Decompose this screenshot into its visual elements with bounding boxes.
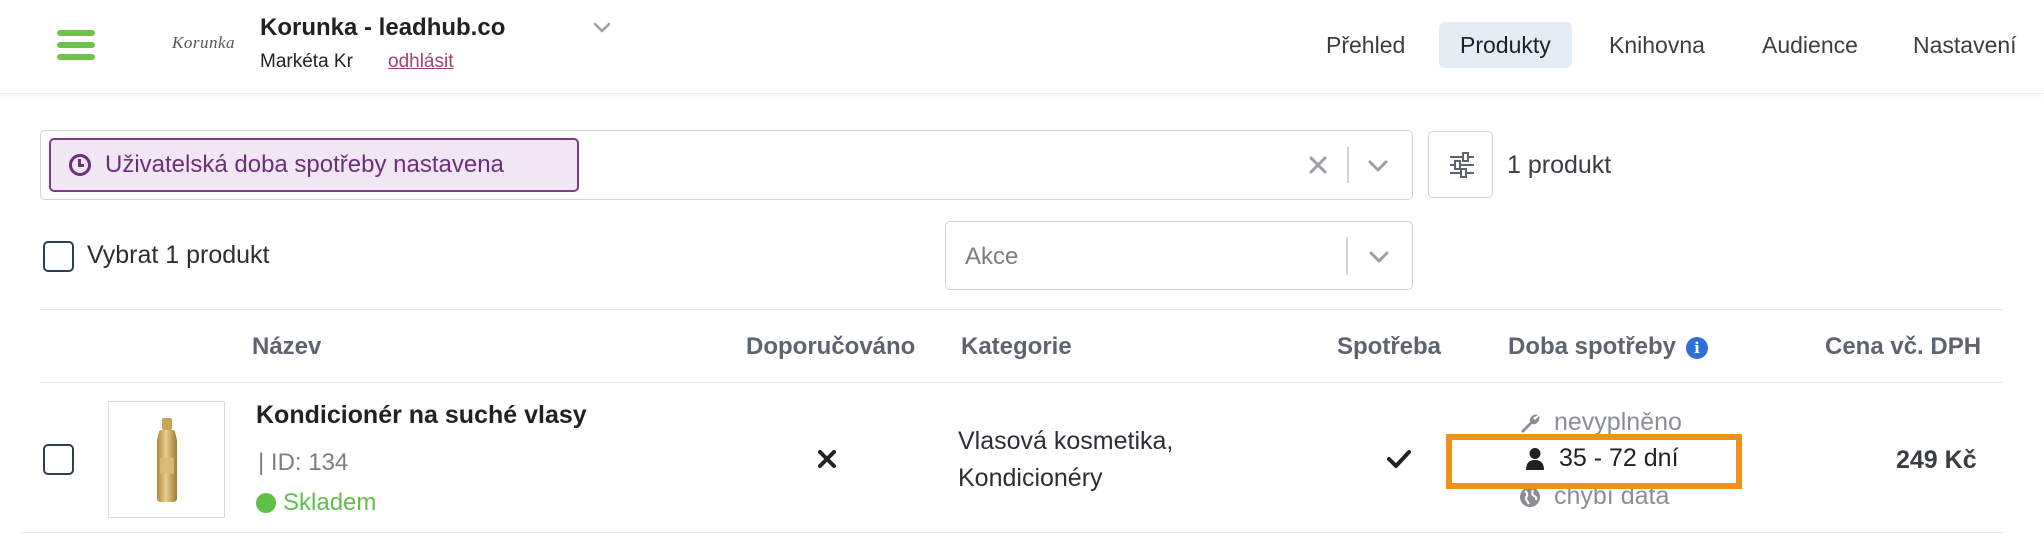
filter-chevron-down-icon[interactable]	[1363, 151, 1393, 181]
action-chevron-down-icon	[1369, 251, 1389, 263]
nav-item-audience[interactable]: Audience	[1741, 22, 1879, 68]
user-icon	[1526, 447, 1544, 470]
nav-item-produkty[interactable]: Produkty	[1439, 22, 1572, 68]
category-line-2: Kondicionéry	[958, 464, 1103, 492]
filter-tag-label: Uživatelská doba spotřeby nastavena	[105, 151, 504, 178]
duration-selected-highlight[interactable]: 35 - 72 dní	[1446, 434, 1742, 489]
nav-item-knihovna[interactable]: Knihovna	[1588, 22, 1726, 68]
table-top-divider	[40, 309, 2003, 310]
product-count: 1 produkt	[1507, 151, 1612, 179]
info-icon[interactable]: i	[1686, 337, 1709, 359]
nav-item-nastaveni[interactable]: Nastavení	[1892, 22, 2038, 68]
product-category: Vlasová kosmetika, Kondicionéry	[958, 423, 1173, 497]
column-header-name[interactable]: Název	[252, 333, 321, 361]
column-header-price[interactable]: Cena vč. DPH	[1825, 333, 1981, 361]
filter-tag[interactable]: Uživatelská doba spotřeby nastavena	[49, 138, 579, 192]
product-id: | ID: 134	[258, 449, 349, 476]
table-header-divider	[40, 382, 2003, 383]
duration-selected-label: 35 - 72 dní	[1559, 444, 1679, 472]
table-row-divider	[20, 532, 2003, 533]
duration-option-user: 35 - 72 dní	[1525, 444, 1679, 473]
column-header-consumption[interactable]: Spotřeba	[1337, 333, 1441, 361]
action-divider	[1346, 237, 1348, 275]
stock-status: Skladem	[256, 489, 376, 517]
wrench-icon	[1521, 414, 1540, 433]
logout-link[interactable]: odhlásit	[388, 51, 454, 73]
product-thumbnail[interactable]	[108, 401, 225, 518]
product-bottle-image	[157, 418, 177, 502]
clear-filter-icon[interactable]	[1303, 150, 1333, 180]
column-header-recommended[interactable]: Doporučováno	[746, 333, 915, 361]
filter-divider	[1347, 147, 1349, 183]
product-name-link[interactable]: Kondicionér na suché vlasy	[256, 401, 587, 430]
consumption-check-icon[interactable]	[1386, 449, 1412, 469]
row-select-checkbox[interactable]	[43, 444, 74, 475]
column-header-duration[interactable]: Doba spotřeby i	[1508, 333, 1709, 361]
column-header-duration-label: Doba spotřeby	[1508, 333, 1677, 360]
clock-icon	[69, 154, 91, 176]
sliders-icon	[1450, 152, 1474, 178]
hamburger-menu-icon[interactable]	[57, 30, 95, 60]
stock-dot-icon	[256, 493, 276, 513]
duration-option-unfilled[interactable]: nevyplněno	[1518, 408, 1682, 437]
action-placeholder: Akce	[965, 243, 1019, 270]
duration-option-unfilled-label: nevyplněno	[1554, 408, 1682, 436]
product-price: 249 Kč	[1896, 446, 1977, 474]
column-header-category[interactable]: Kategorie	[961, 333, 1072, 361]
stock-label: Skladem	[283, 489, 377, 516]
not-recommended-x-icon[interactable]	[816, 448, 838, 470]
select-all-label[interactable]: Vybrat 1 produkt	[87, 241, 270, 270]
nav-item-prehled[interactable]: Přehled	[1305, 22, 1426, 68]
top-header: Korunka Korunka - leadhub.co Markéta Kr …	[0, 0, 2044, 94]
select-all-checkbox[interactable]	[43, 241, 74, 272]
action-select[interactable]: Akce	[945, 221, 1413, 290]
filter-multiselect[interactable]: Uživatelská doba spotřeby nastavena	[40, 130, 1413, 200]
account-name: Korunka - leadhub.co	[260, 14, 506, 41]
brand-logo: Korunka	[172, 33, 235, 52]
category-line-1: Vlasová kosmetika,	[958, 427, 1174, 455]
account-chevron-down-icon[interactable]	[591, 16, 613, 38]
user-name: Markéta Kr	[260, 51, 353, 72]
filter-settings-button[interactable]	[1428, 131, 1493, 198]
